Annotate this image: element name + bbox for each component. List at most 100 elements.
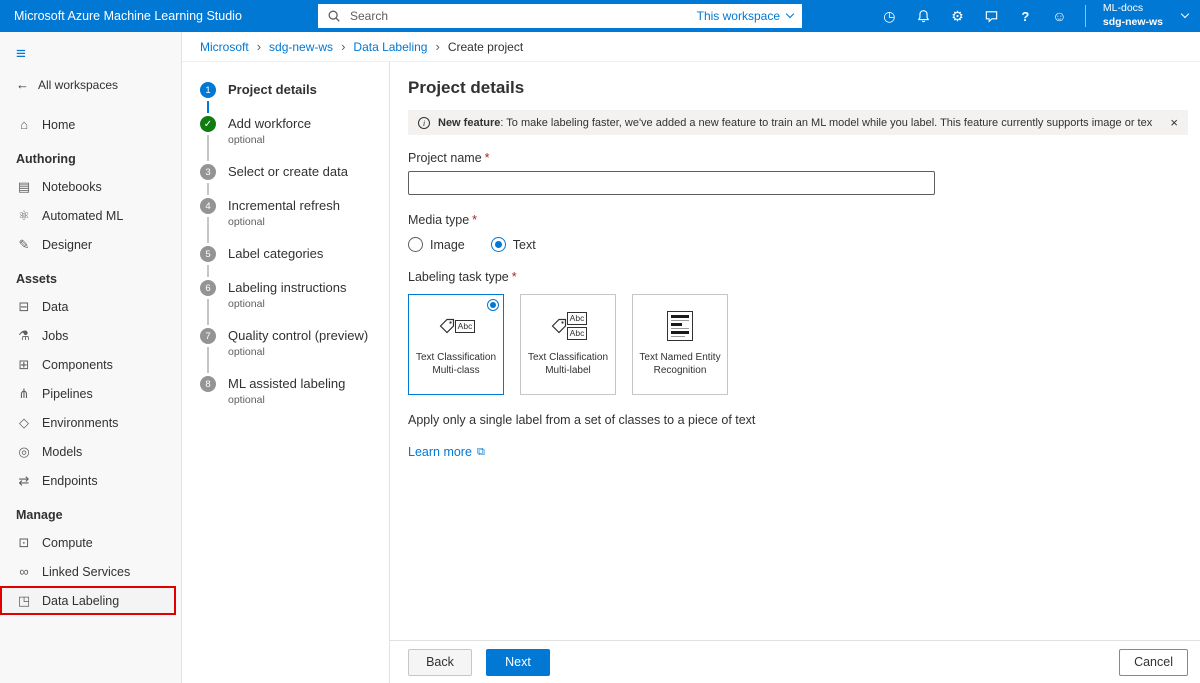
- labeling-task-type-label: Labeling task type*: [408, 270, 1200, 284]
- step-item-label-categories[interactable]: 5 Label categories: [200, 246, 389, 280]
- multi-class-icon: Abc: [437, 303, 476, 349]
- back-arrow-icon: ←: [16, 77, 29, 92]
- sidebar-item-home[interactable]: ⌂ Home: [0, 110, 181, 139]
- nav-label: Compute: [42, 536, 93, 550]
- notebooks-icon: ▤: [16, 179, 32, 195]
- project-name-input[interactable]: [408, 171, 935, 195]
- step-label: Select or create data: [228, 164, 348, 180]
- task-card-text-classification-multi-label[interactable]: Abc Abc Text Classification Multi-label: [520, 294, 616, 395]
- step-item-add-workforce[interactable]: ✓ Add workforce optional: [200, 116, 389, 164]
- step-indicator-6: 6: [200, 280, 216, 296]
- card-label-line1: Text Named Entity: [639, 351, 720, 364]
- nav-label: Jobs: [42, 329, 68, 343]
- sidebar-item-components[interactable]: ⊞ Components: [0, 350, 181, 379]
- step-item-labeling-instructions[interactable]: 6 Labeling instructions optional: [200, 280, 389, 328]
- card-label: Text Named Entity Recognition: [639, 351, 720, 377]
- sidebar-item-automated-ml[interactable]: ⚛ Automated ML: [0, 201, 181, 230]
- step-connector: [207, 183, 209, 195]
- chevron-down-icon[interactable]: [1181, 10, 1189, 18]
- media-type-text-radio[interactable]: Text: [491, 237, 536, 252]
- label-text: Labeling task type: [408, 270, 509, 284]
- step-item-incremental-refresh[interactable]: 4 Incremental refresh optional: [200, 198, 389, 246]
- wizard-footer: Back Next Cancel: [390, 640, 1200, 683]
- step-connector: [207, 101, 209, 113]
- next-button[interactable]: Next: [486, 649, 550, 676]
- multi-label-icon: Abc Abc: [549, 303, 588, 349]
- search-scope-dropdown[interactable]: This workspace: [697, 9, 793, 23]
- selected-radio-icon: [487, 299, 499, 311]
- global-search[interactable]: This workspace: [318, 4, 802, 28]
- bell-icon[interactable]: [915, 9, 932, 24]
- abc-box: Abc: [455, 320, 476, 333]
- smiley-icon[interactable]: ☺: [1051, 9, 1068, 23]
- card-label-line2: Recognition: [639, 364, 720, 377]
- nav-label: Linked Services: [42, 565, 130, 579]
- step-indicator-1: 1: [200, 82, 216, 98]
- banner-body: : To make labeling faster, we've added a…: [500, 117, 1152, 129]
- sidebar-item-data[interactable]: ⊟ Data: [0, 292, 181, 321]
- step-optional: optional: [228, 346, 368, 358]
- data-labeling-icon: ◳: [16, 593, 32, 609]
- media-type-label: Media type*: [408, 213, 1200, 227]
- page-title: Project details: [408, 78, 1200, 98]
- wizard-stepper: 1 Project details ✓ Add workforce option…: [182, 62, 390, 683]
- hamburger-menu-icon[interactable]: ≡: [0, 36, 181, 68]
- nav-label: Models: [42, 445, 82, 459]
- task-card-text-named-entity-recognition[interactable]: Text Named Entity Recognition: [632, 294, 728, 395]
- sidebar-item-data-labeling[interactable]: ◳ Data Labeling: [0, 586, 176, 615]
- sidebar-item-designer[interactable]: ✎ Designer: [0, 230, 181, 259]
- sidebar-item-notebooks[interactable]: ▤ Notebooks: [0, 172, 181, 201]
- all-workspaces-link[interactable]: ← All workspaces: [0, 68, 181, 98]
- step-item-project-details[interactable]: 1 Project details: [200, 82, 389, 116]
- step-item-select-or-create-data[interactable]: 3 Select or create data: [200, 164, 389, 198]
- breadcrumb-workspace[interactable]: sdg-new-ws: [269, 40, 333, 54]
- sidebar-item-endpoints[interactable]: ⇄ Endpoints: [0, 466, 181, 495]
- environments-icon: ◇: [16, 415, 32, 431]
- sidebar-item-linked-services[interactable]: ∞ Linked Services: [0, 557, 181, 586]
- workspace-selector[interactable]: ML-docs sdg-new-ws: [1103, 2, 1163, 29]
- step-indicator-8: 8: [200, 376, 216, 392]
- step-item-ml-assisted-labeling[interactable]: 8 ML assisted labeling optional: [200, 376, 389, 424]
- close-icon[interactable]: ×: [1160, 115, 1178, 130]
- models-icon: ◎: [16, 444, 32, 460]
- media-type-options: Image Text: [408, 237, 1200, 252]
- breadcrumb-data-labeling[interactable]: Data Labeling: [353, 40, 427, 54]
- step-label: Label categories: [228, 246, 323, 262]
- learn-more-link[interactable]: Learn more ⧉: [408, 445, 485, 459]
- endpoints-icon: ⇄: [16, 473, 32, 489]
- compute-icon: ⊡: [16, 535, 32, 551]
- breadcrumb-microsoft[interactable]: Microsoft: [200, 40, 249, 54]
- gear-icon[interactable]: ⚙: [949, 9, 966, 23]
- sidebar-item-environments[interactable]: ◇ Environments: [0, 408, 181, 437]
- card-label: Text Classification Multi-class: [416, 351, 496, 377]
- sidebar-item-pipelines[interactable]: ⋔ Pipelines: [0, 379, 181, 408]
- step-optional: optional: [228, 134, 311, 146]
- step-item-quality-control[interactable]: 7 Quality control (preview) optional: [200, 328, 389, 376]
- ner-card-icon: [667, 303, 693, 349]
- back-button[interactable]: Back: [408, 649, 472, 676]
- home-icon: ⌂: [16, 117, 32, 132]
- nav-label: Endpoints: [42, 474, 98, 488]
- topbar-actions: ◷ ⚙ ? ☺ ML-docs sdg-new-ws: [881, 0, 1200, 32]
- help-icon[interactable]: ?: [1017, 10, 1034, 23]
- media-type-image-radio[interactable]: Image: [408, 237, 465, 252]
- sidebar-item-models[interactable]: ◎ Models: [0, 437, 181, 466]
- project-details-panel: Project details i New feature: To make l…: [390, 62, 1200, 683]
- step-label: Labeling instructions: [228, 280, 347, 296]
- clock-icon[interactable]: ◷: [881, 9, 898, 23]
- external-link-icon: ⧉: [477, 446, 485, 459]
- jobs-icon: ⚗: [16, 328, 32, 344]
- task-card-text-classification-multi-class[interactable]: Abc Text Classification Multi-class: [408, 294, 504, 395]
- cancel-button[interactable]: Cancel: [1119, 649, 1188, 676]
- search-input[interactable]: [348, 8, 697, 24]
- required-marker: *: [512, 270, 517, 284]
- all-workspaces-label: All workspaces: [38, 78, 118, 92]
- task-type-description: Apply only a single label from a set of …: [408, 413, 1200, 427]
- sidebar-item-compute[interactable]: ⊡ Compute: [0, 528, 181, 557]
- feedback-icon[interactable]: [983, 9, 1000, 24]
- tag-icon: [549, 316, 569, 336]
- sidebar-item-jobs[interactable]: ⚗ Jobs: [0, 321, 181, 350]
- banner-title: New feature: [438, 117, 500, 129]
- card-label-line1: Text Classification: [528, 351, 608, 364]
- nav-label: Components: [42, 358, 113, 372]
